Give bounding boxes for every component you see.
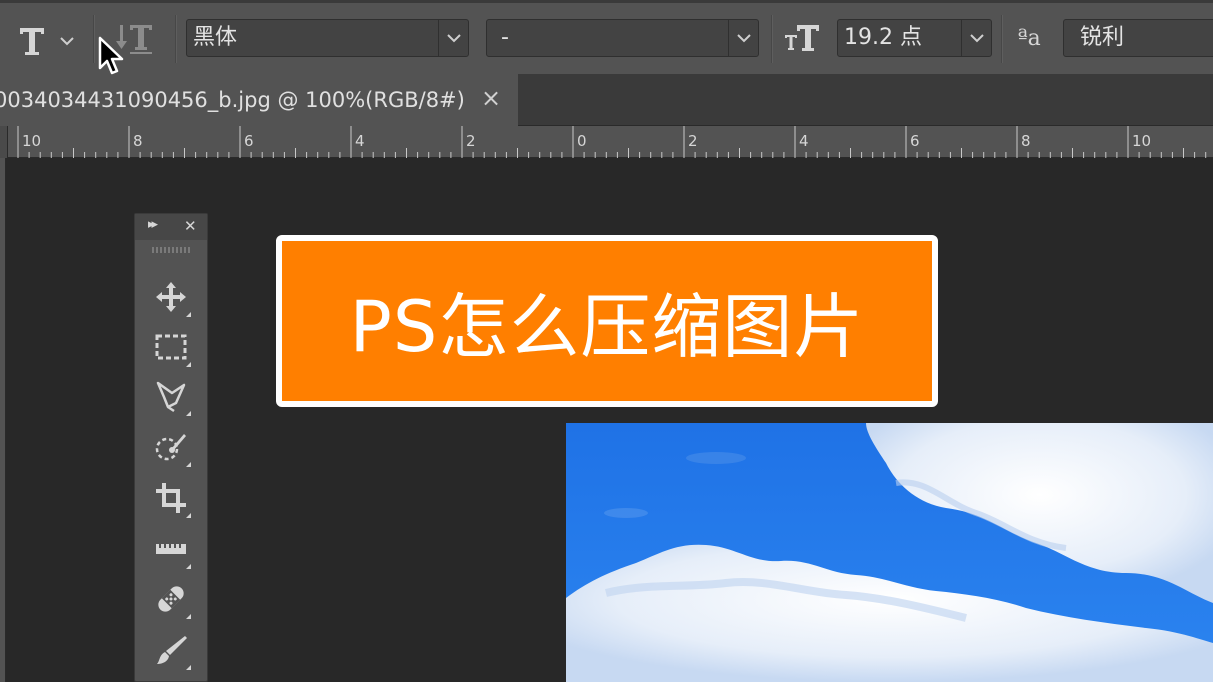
anti-alias-value: 锐利 bbox=[1080, 25, 1125, 50]
polygonal-lasso-tool[interactable] bbox=[149, 374, 193, 418]
document-tab-bar: 0034034431090456_b.jpg @ 100%(RGB/8#) × bbox=[0, 74, 1213, 126]
close-glyph: × bbox=[480, 84, 502, 112]
title-banner: PS怎么压缩图片 bbox=[276, 235, 938, 407]
font-family-dropdown[interactable]: 黑体 bbox=[186, 19, 469, 57]
anti-alias-icon: ªa bbox=[1017, 25, 1041, 51]
font-size-label bbox=[783, 19, 821, 57]
move-tool[interactable] bbox=[149, 275, 193, 319]
font-size-icon bbox=[785, 25, 819, 51]
ruler-label: 10 bbox=[1132, 132, 1151, 150]
options-bar: 黑体 - 19.2 点 ªa 锐利 bbox=[0, 0, 1213, 74]
sky-clouds-image[interactable] bbox=[566, 423, 1213, 682]
lasso-icon bbox=[156, 381, 186, 413]
ruler-label: 8 bbox=[133, 132, 143, 150]
panel-grip-icon[interactable] bbox=[152, 247, 190, 253]
chevron-down-icon[interactable] bbox=[728, 20, 758, 56]
document-tab[interactable]: 0034034431090456_b.jpg @ 100%(RGB/8#) × bbox=[0, 74, 518, 126]
collapse-panel-icon[interactable]: ▸▸ bbox=[148, 217, 158, 232]
sky-clouds-graphic bbox=[566, 423, 1213, 682]
close-panel-icon[interactable]: ✕ bbox=[184, 217, 197, 235]
ruler-tool[interactable] bbox=[149, 527, 193, 571]
ruler-label: 4 bbox=[799, 132, 809, 150]
options-separator bbox=[175, 15, 177, 63]
healing-brush-tool[interactable] bbox=[149, 577, 193, 621]
ruler-label: 4 bbox=[355, 132, 365, 150]
title-banner-text: PS怎么压缩图片 bbox=[349, 285, 865, 368]
ruler-label: 6 bbox=[910, 132, 920, 150]
anti-alias-label: ªa bbox=[1008, 19, 1050, 57]
ruler-label: 6 bbox=[244, 132, 254, 150]
rectangular-marquee-tool[interactable] bbox=[149, 325, 193, 369]
type-tool-icon bbox=[20, 28, 74, 55]
marquee-icon bbox=[155, 334, 187, 360]
options-separator bbox=[1001, 15, 1003, 63]
font-style-value: - bbox=[501, 25, 509, 50]
quick-selection-icon bbox=[155, 434, 186, 461]
ruler-label: 0 bbox=[577, 132, 587, 150]
chevron-down-icon[interactable] bbox=[961, 20, 991, 56]
move-icon bbox=[156, 282, 186, 312]
ruler-label: 2 bbox=[688, 132, 698, 150]
quick-selection-tool[interactable] bbox=[149, 425, 193, 469]
options-separator bbox=[93, 15, 95, 63]
document-tab-title: 0034034431090456_b.jpg @ 100%(RGB/8#) bbox=[0, 88, 465, 112]
tools-panel: ▸▸ ✕ bbox=[134, 213, 208, 682]
anti-alias-dropdown[interactable]: 锐利 bbox=[1063, 19, 1213, 57]
brush-icon bbox=[157, 636, 187, 664]
ruler-icon bbox=[156, 544, 186, 554]
close-icon[interactable]: × bbox=[480, 84, 502, 112]
brush-tool[interactable] bbox=[149, 628, 193, 672]
horizontal-ruler[interactable]: 10 8 6 4 2 0 2 4 6 8 10 bbox=[0, 126, 1213, 158]
font-size-dropdown[interactable]: 19.2 点 bbox=[837, 19, 992, 57]
ruler-ticks: 10 8 6 4 2 0 2 4 6 8 10 bbox=[17, 126, 1207, 158]
type-tool-preset[interactable] bbox=[14, 21, 80, 59]
tools-panel-header[interactable]: ▸▸ ✕ bbox=[135, 214, 207, 240]
ruler-label: 2 bbox=[466, 132, 476, 150]
mouse-cursor-icon bbox=[98, 36, 124, 75]
chevron-down-icon[interactable] bbox=[438, 20, 468, 56]
font-style-dropdown[interactable]: - bbox=[486, 19, 759, 57]
ruler-label: 10 bbox=[22, 132, 41, 150]
crop-icon bbox=[156, 483, 186, 513]
crop-tool[interactable] bbox=[149, 476, 193, 520]
ruler-label: 8 bbox=[1021, 132, 1031, 150]
font-family-value: 黑体 bbox=[193, 25, 238, 50]
font-size-value: 19.2 点 bbox=[844, 25, 922, 50]
options-separator bbox=[771, 15, 773, 63]
ruler-corner bbox=[0, 126, 8, 158]
bandage-icon bbox=[158, 586, 184, 612]
